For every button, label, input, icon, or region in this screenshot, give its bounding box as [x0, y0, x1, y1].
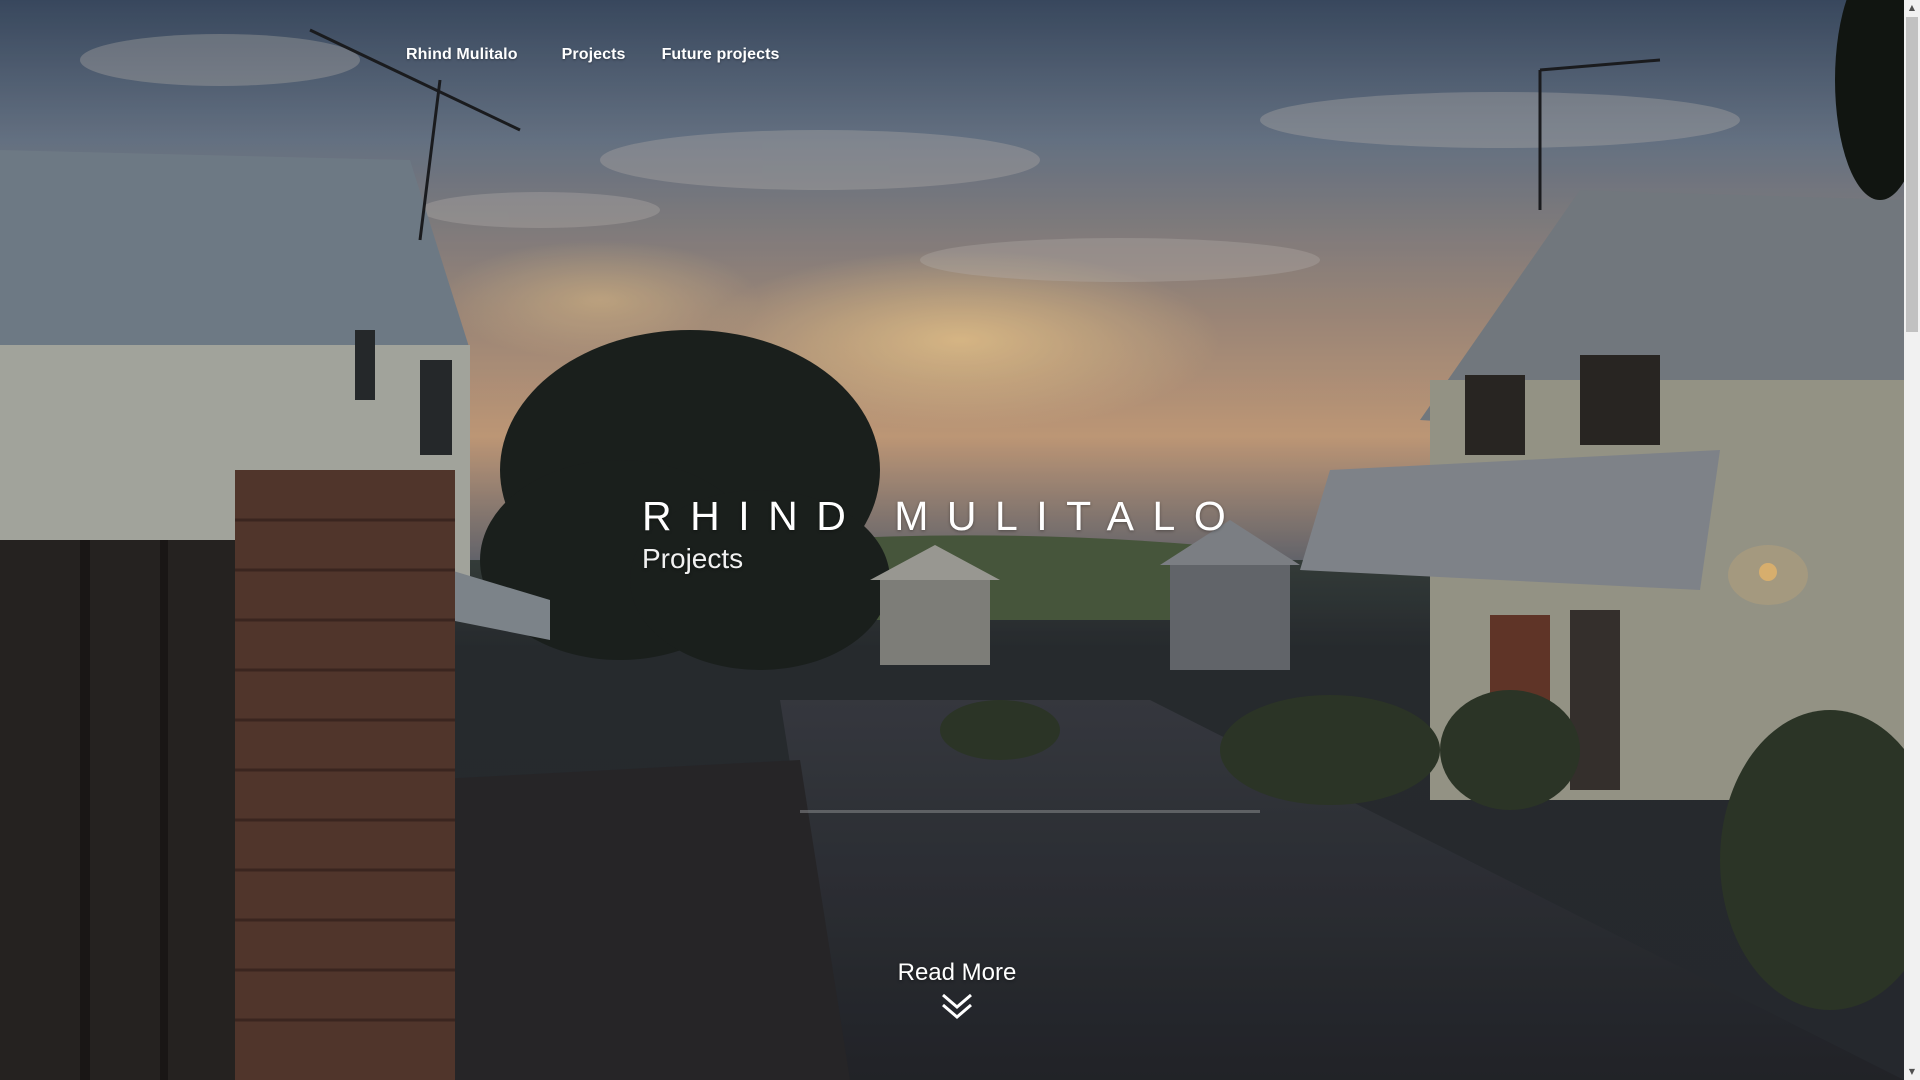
site-title: RHIND MULITALO: [642, 493, 1245, 539]
nav-link-future-projects[interactable]: Future projects: [662, 46, 780, 64]
read-more-label: Read More: [897, 959, 1017, 986]
double-chevron-down-icon[interactable]: [940, 992, 974, 1025]
scroll-up-arrow-icon[interactable]: ▲: [1904, 0, 1920, 16]
page: Rhind Mulitalo Projects Future projects …: [0, 0, 1920, 1080]
nav-link-home[interactable]: Rhind Mulitalo: [406, 46, 518, 64]
scroll-down-arrow-icon[interactable]: ▼: [1904, 1064, 1920, 1080]
hero-title-block: RHIND MULITALO Projects: [642, 492, 1244, 576]
scrollbar-thumb[interactable]: [1906, 17, 1918, 332]
vertical-scrollbar[interactable]: ▲ ▼: [1904, 0, 1920, 1080]
main-navigation: Rhind Mulitalo Projects Future projects: [406, 46, 780, 64]
read-more-button[interactable]: Read More: [0, 958, 1914, 1025]
nav-link-projects[interactable]: Projects: [562, 46, 626, 64]
site-subtitle: Projects: [642, 543, 744, 574]
